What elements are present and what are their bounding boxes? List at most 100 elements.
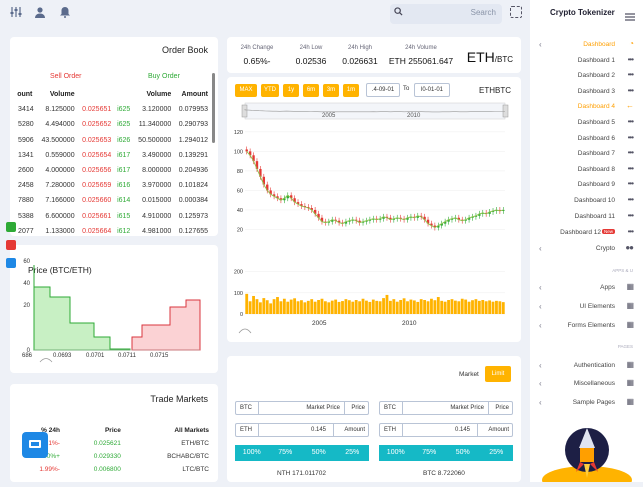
sidebar-item-dashboard-8[interactable]: Dashboard 8 ••• — [530, 163, 643, 178]
trade-form-card: Market Limit BTC Market Price Price ETH … — [227, 356, 521, 482]
market-tab[interactable]: Market — [459, 371, 479, 378]
order-book-row[interactable]: 7880 7.166000 0.025660 i614 0.015000 0.000384 — [14, 193, 210, 208]
hamburger-icon[interactable] — [625, 8, 635, 26]
order-book-row[interactable]: 2077 1.133000 0.025664 i612 4.981000 0.127655 — [14, 224, 210, 236]
order-book-table: ount Volume Volume Amount 3414 8.125000 0.025… — [14, 87, 210, 236]
sliders-icon[interactable] — [9, 6, 23, 20]
order-book-cell: 7.280000 — [45, 182, 75, 190]
sidebar-item-dashboard-9[interactable]: Dashboard 9 ••• — [530, 178, 643, 193]
market-row[interactable]: 1.99%- 0.006800 LTC/BTC — [14, 463, 212, 476]
range-button-1m[interactable]: 1m — [343, 84, 359, 97]
percent-button-50[interactable]: 50% — [446, 445, 480, 461]
sidebar-item-dashboard-4[interactable]: Dashboard 4 ← — [530, 100, 643, 115]
order-book-cell: 1.133000 — [45, 227, 75, 235]
sidebar-item-sample-pages[interactable]: ‹ Sample Pages ▦ — [530, 396, 643, 411]
sell-depth-area — [131, 299, 201, 351]
volume-bar — [392, 299, 396, 314]
volume-bar — [406, 301, 409, 314]
buy-price-field[interactable]: BTC Market Price Price — [235, 401, 369, 415]
percent-button-100[interactable]: 100% — [379, 445, 413, 461]
chart-shortcut-icon[interactable] — [6, 222, 16, 232]
order-book-row[interactable]: 2458 7.280000 0.025659 i616 3.970000 0.101824 — [14, 178, 210, 193]
chat-button[interactable] — [22, 432, 48, 458]
market-price-text: Market Price — [450, 405, 484, 411]
crypto-icon: ●● — [625, 243, 634, 252]
percent-button-50[interactable]: 50% — [302, 445, 336, 461]
sidebar-item-dashboard-6[interactable]: Dashboard 6 ••• — [530, 132, 643, 147]
sidebar-item-forms-elements[interactable]: ‹ Forms Elements ▦ — [530, 319, 643, 334]
percent-button-75[interactable]: 75% — [268, 445, 302, 461]
percent-button-25[interactable]: 25% — [479, 445, 513, 461]
sidebar-item-dashboard[interactable]: ‹ Dashboard ◔ — [530, 38, 643, 53]
price-chart-card: MAX YTD 1y 6m 3m 1m .4-09-01 To l0-01-01 ETHB… — [227, 77, 521, 342]
search-input[interactable]: Search — [471, 8, 496, 17]
sidebar-item-crypto[interactable]: ‹ Crypto ●● — [530, 242, 643, 257]
order-book-cell: 0.025659 — [82, 182, 112, 190]
volume-bar — [395, 301, 399, 314]
sidebar-item-dashboard-3[interactable]: Dashboard 3 ••• — [530, 85, 643, 100]
order-book-row[interactable]: 5280 4.494000 0.025652 i625 11.340000 0.29079… — [14, 117, 210, 132]
range-button-3m[interactable]: 3m — [323, 84, 339, 97]
from-date-input[interactable]: .4-09-01 — [366, 83, 400, 97]
order-book-row[interactable]: 5388 6.600000 0.025661 i615 4.910000 0.125973 — [14, 209, 210, 224]
order-book-cell: 0.025651 — [82, 106, 112, 114]
range-button-max[interactable]: MAX — [235, 84, 257, 97]
volume-bar — [265, 300, 269, 314]
order-book-row[interactable]: 2600 4.000000 0.025656 i617 8.000000 0.204936 — [14, 163, 210, 178]
limit-tab[interactable]: Limit — [485, 366, 511, 382]
sidebar-item-authentication[interactable]: ‹ Authentication ▦ — [530, 359, 643, 374]
range-button-1y[interactable]: 1y — [283, 84, 299, 97]
currency-label: ETH — [240, 427, 252, 433]
sidebar-item-dashboard-2[interactable]: Dashboard 2 ••• — [530, 69, 643, 84]
range-button-ytd[interactable]: YTD — [261, 84, 279, 97]
to-date-input[interactable]: l0-01-01 — [414, 83, 450, 97]
order-book-row[interactable]: 5906 43.500000 0.025653 i626 50.500000 1.2940… — [14, 133, 210, 148]
volume-bar — [330, 300, 334, 314]
layout-shortcut-icon[interactable] — [6, 258, 16, 268]
ui-elements-icon: ▦ — [626, 301, 634, 310]
order-book-cell: 0.127655 — [178, 227, 208, 235]
sell-price-field[interactable]: BTC Market Price Price — [379, 401, 513, 415]
volume-bar — [412, 300, 416, 314]
market-cell: 0.029330 — [93, 453, 121, 460]
sidebar-item-dashboard-10[interactable]: Dashboard 10 ••• — [530, 194, 643, 209]
order-book-cell: 50.500000 — [138, 136, 172, 144]
sidebar-item-miscellaneous[interactable]: ‹ Miscellaneous ▦ — [530, 377, 643, 392]
more-icon: ••• — [627, 148, 634, 158]
sidebar-item-label: Apps — [600, 284, 615, 291]
order-book-cell: 0.025654 — [82, 151, 112, 159]
sidebar-item-dashboard-5[interactable]: Dashboard 5 ••• — [530, 116, 643, 131]
percent-button-100[interactable]: 100% — [235, 445, 269, 461]
sidebar-item-dashboard-7[interactable]: Dashboard 7 ••• — [530, 147, 643, 162]
sidebar-item-dashboard-12[interactable]: Dashboard 12 New ••• — [530, 226, 643, 241]
sidebar-item-dashboard-1[interactable]: Dashboard 1 ••• — [530, 54, 643, 69]
sidebar-item-dashboard-11[interactable]: Dashboard 11 ••• — [530, 210, 643, 225]
search-box[interactable]: Search — [390, 4, 502, 24]
user-icon[interactable] — [33, 6, 47, 20]
volume-bar — [323, 301, 327, 314]
volume-bar — [296, 301, 300, 314]
fullscreen-icon[interactable] — [510, 6, 522, 18]
sidebar-item-apps[interactable]: ‹ Apps ▦ — [530, 281, 643, 296]
chevron-icon: ‹ — [539, 321, 542, 330]
more-icon: ••• — [627, 117, 634, 126]
sidebar-item-label: Dashboard 4 — [577, 103, 615, 111]
percent-button-25[interactable]: 25% — [335, 445, 369, 461]
order-book-row[interactable]: 1341 0.559000 0.025654 i617 3.490000 0.139291 — [14, 148, 210, 163]
bell-icon[interactable] — [58, 6, 72, 20]
range-button-6m[interactable]: 6m — [303, 84, 319, 97]
sidebar-item-ui-elements[interactable]: ‹ UI Elements ▦ — [530, 300, 643, 315]
sell-amount-field[interactable]: ETH 0.145 Amount — [379, 423, 513, 437]
order-book-row[interactable]: 3414 8.125000 0.025651 i625 3.120000 0.079953 — [14, 102, 210, 117]
low-value: 0.02536 — [295, 56, 327, 66]
volume-bar — [423, 300, 427, 314]
scrollbar[interactable] — [212, 73, 215, 143]
buy-amount-field[interactable]: ETH 0.145 Amount — [235, 423, 369, 437]
amount-label: Amount — [344, 427, 365, 433]
order-book-cell: 1341 — [18, 151, 34, 159]
image-shortcut-icon[interactable] — [6, 240, 16, 250]
order-book-cell: 0.290793 — [178, 121, 208, 129]
order-book-cell: 2458 — [18, 182, 34, 190]
percent-button-75[interactable]: 75% — [412, 445, 446, 461]
order-book-header: Amount — [181, 91, 208, 99]
